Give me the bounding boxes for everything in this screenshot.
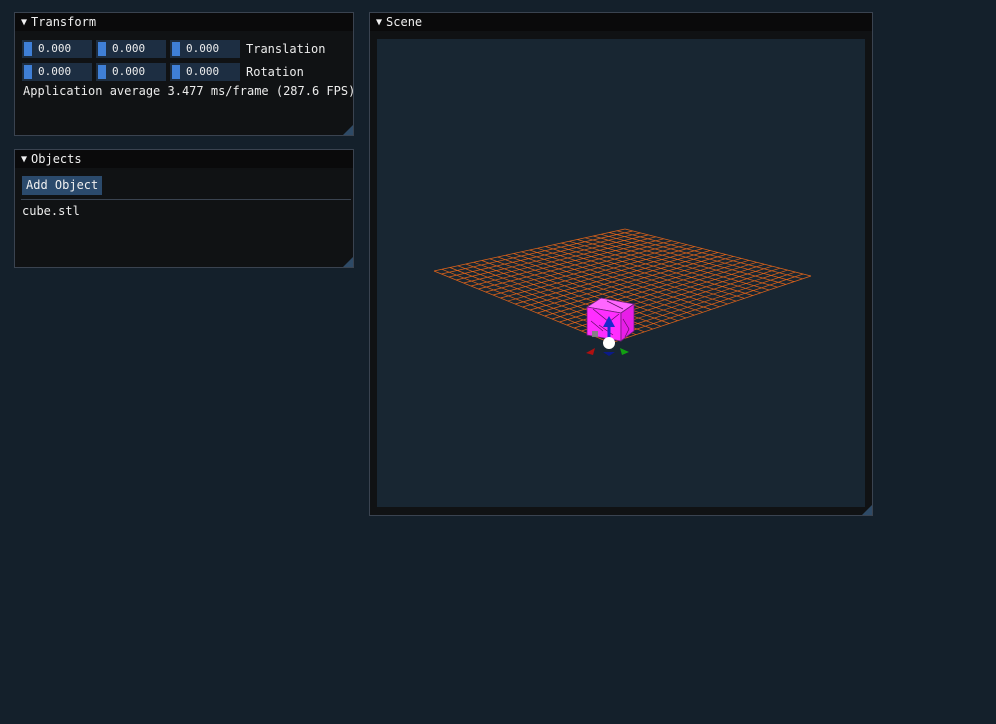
slider-grab[interactable] — [98, 42, 106, 56]
resize-grip-icon[interactable] — [343, 257, 353, 267]
slider-grab[interactable] — [172, 65, 180, 79]
resize-grip-icon[interactable] — [343, 125, 353, 135]
object-list-item[interactable]: cube.stl — [22, 203, 80, 219]
translation-label: Translation — [246, 42, 326, 56]
scene-viewport[interactable] — [377, 39, 865, 507]
scene-title: Scene — [386, 15, 423, 29]
translation-z-drag[interactable]: 0.000 — [170, 40, 240, 58]
transform-window: ▼ Transform 0.000 0.000 0.000 Translation… — [14, 12, 356, 136]
collapse-triangle-icon[interactable]: ▼ — [376, 17, 382, 28]
objects-title-bar[interactable]: ▼ Objects — [15, 150, 353, 168]
slider-grab[interactable] — [24, 42, 32, 56]
rotation-label: Rotation — [246, 65, 304, 79]
objects-window: ▼ Objects Add Object cube.stl — [14, 149, 354, 268]
scene-window: ▼ Scene — [369, 12, 873, 516]
rotation-x-value: 0.000 — [38, 65, 72, 78]
slider-grab[interactable] — [98, 65, 106, 79]
separator — [21, 199, 351, 200]
rotation-z-drag[interactable]: 0.000 — [170, 63, 240, 81]
rotation-y-drag[interactable]: 0.000 — [96, 63, 166, 81]
scene-title-bar[interactable]: ▼ Scene — [370, 13, 872, 31]
translation-y-drag[interactable]: 0.000 — [96, 40, 166, 58]
resize-grip-icon[interactable] — [862, 505, 872, 515]
slider-grab[interactable] — [24, 65, 32, 79]
rotation-y-value: 0.000 — [112, 65, 146, 78]
fps-readout: Application average 3.477 ms/frame (287.… — [23, 84, 356, 98]
collapse-triangle-icon[interactable]: ▼ — [21, 154, 27, 165]
scene-render[interactable] — [377, 39, 865, 507]
translation-y-value: 0.000 — [112, 42, 146, 55]
collapse-triangle-icon[interactable]: ▼ — [21, 17, 27, 28]
slider-grab[interactable] — [172, 42, 180, 56]
rotation-z-value: 0.000 — [186, 65, 220, 78]
rotation-x-drag[interactable]: 0.000 — [22, 63, 92, 81]
transform-title: Transform — [31, 15, 97, 29]
transform-title-bar[interactable]: ▼ Transform — [15, 13, 353, 31]
translation-x-value: 0.000 — [38, 42, 72, 55]
add-object-button[interactable]: Add Object — [22, 176, 103, 195]
translation-x-drag[interactable]: 0.000 — [22, 40, 92, 58]
translation-z-value: 0.000 — [186, 42, 220, 55]
objects-title: Objects — [31, 152, 82, 166]
